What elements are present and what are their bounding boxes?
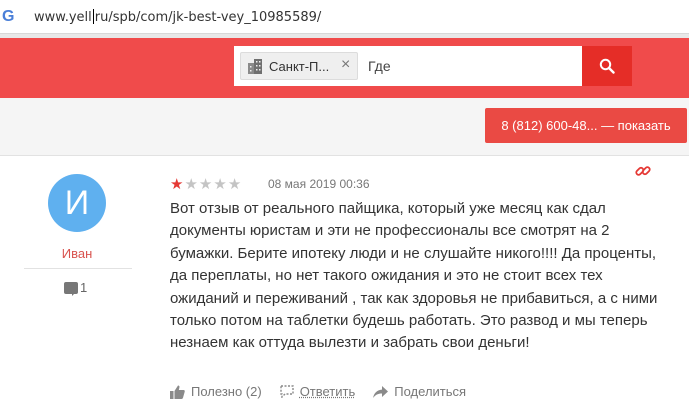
share-label: Поделиться (394, 384, 467, 399)
share-icon (373, 385, 389, 398)
company-actions-bar: 8 (812) 600-48... — показать (0, 98, 689, 156)
review-actions: Полезно (2) Ответить Поделиться (170, 384, 484, 399)
building-icon (248, 59, 262, 74)
comment-count[interactable]: 1 (64, 280, 88, 296)
show-phone-button[interactable]: 8 (812) 600-48... — показать (485, 108, 687, 143)
url-text-start: www.yell (34, 10, 92, 25)
url-text-end: ru/spb/com/jk-best-vey_10985589/ (94, 10, 322, 25)
review-text: Вот отзыв от реального пайщика, который … (170, 200, 658, 352)
avatar: И (48, 174, 106, 232)
comment-count-value: 1 (80, 280, 88, 295)
star-empty-icon: ★ (184, 176, 199, 193)
text-caret (92, 9, 94, 24)
star-empty-icon: ★ (213, 176, 228, 193)
where-input[interactable] (362, 46, 580, 86)
divider (24, 268, 132, 269)
search-icon (599, 58, 615, 74)
share-button[interactable]: Поделиться (373, 384, 466, 399)
author-name[interactable]: Иван (40, 246, 114, 261)
search-engine-icon: G (2, 8, 15, 25)
reply-label: Ответить (299, 384, 356, 399)
city-chip-label: Санкт-П... (269, 59, 330, 74)
useful-button[interactable]: Полезно (2) (170, 384, 262, 399)
url-field[interactable]: www.yell ru/spb/com/jk-best-vey_10985589/ (34, 9, 321, 25)
browser-address-bar[interactable]: G www.yell ru/spb/com/jk-best-vey_1098558… (0, 0, 689, 34)
search-button[interactable] (582, 46, 632, 86)
star-filled-icon: ★ (170, 176, 185, 193)
reply-icon (279, 385, 294, 398)
review-date: 08 мая 2019 00:36 (268, 177, 370, 191)
site-header: Санкт-П... × (0, 34, 689, 98)
city-chip[interactable]: Санкт-П... × (240, 52, 358, 80)
thumbs-up-icon (170, 385, 185, 399)
search-bar: Санкт-П... × (234, 46, 632, 86)
link-icon[interactable] (634, 162, 652, 180)
star-empty-icon: ★ (198, 176, 214, 193)
comment-icon (64, 281, 78, 296)
star-empty-icon: ★ (227, 176, 243, 193)
reply-button[interactable]: Ответить (279, 384, 356, 399)
rating-stars: ★★★★★ (170, 175, 242, 193)
useful-label: Полезно (2) (191, 384, 262, 399)
close-icon[interactable]: × (341, 56, 350, 74)
